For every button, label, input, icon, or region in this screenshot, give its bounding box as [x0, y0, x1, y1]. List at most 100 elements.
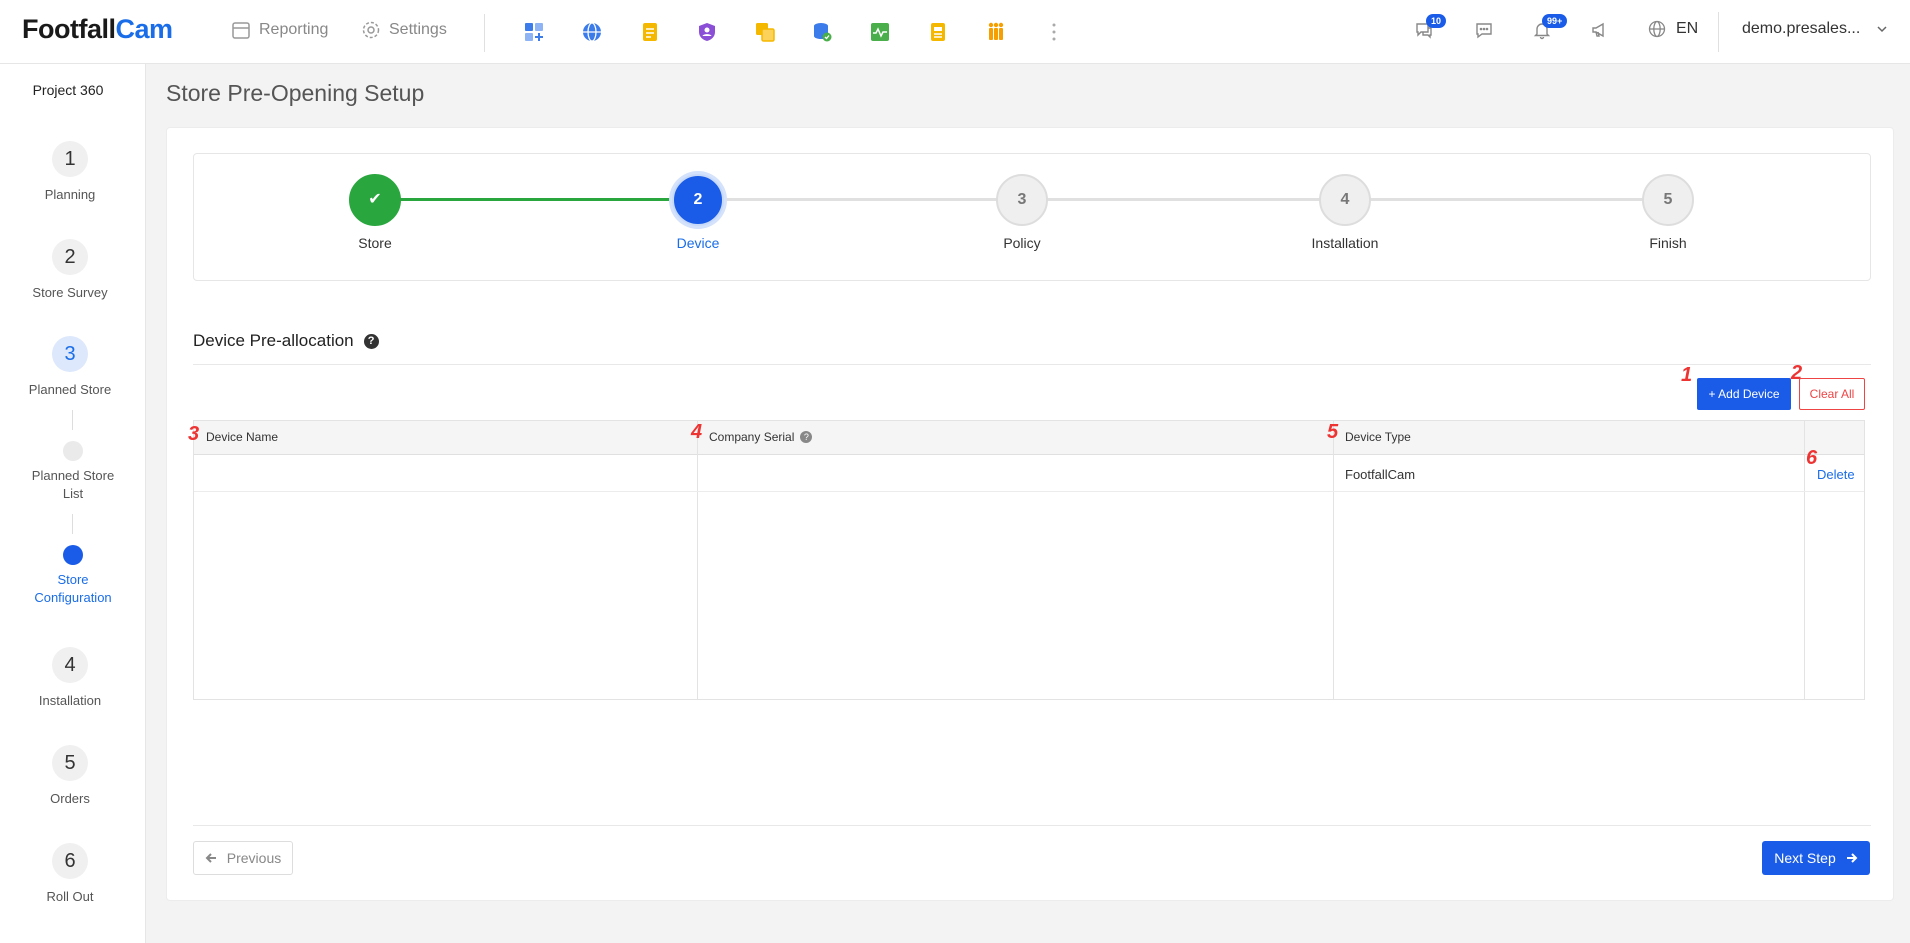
help-icon[interactable]: ? [800, 431, 813, 443]
gear-icon [362, 21, 380, 39]
next-label: Next Step [1774, 850, 1836, 866]
next-step-button[interactable]: Next Step [1762, 841, 1870, 875]
logo-text-part1: Footfall [22, 14, 116, 44]
step-number: 4 [52, 647, 88, 683]
nav-settings-label: Settings [389, 21, 447, 38]
bell-icon[interactable]: 99+ [1532, 14, 1568, 42]
column-header-company-serial[interactable]: Company Serial ? [709, 430, 813, 444]
device-table: 3 Device Name 4 Company Serial ? 5 Devic… [188, 420, 1865, 700]
megaphone-icon[interactable] [1590, 20, 1612, 42]
step-number: 5 [52, 745, 88, 781]
column-divider [1804, 421, 1805, 699]
check-icon: ✔ [349, 174, 401, 226]
step-label: Store Survey [32, 285, 108, 300]
divider [193, 364, 1871, 365]
substep-dot [63, 441, 83, 461]
stepper-number: 5 [1642, 174, 1694, 226]
substep-label: Planned Store List [31, 468, 115, 501]
stepper-step-policy[interactable]: 3 Policy [942, 174, 1102, 251]
substep-dot [63, 545, 83, 565]
message-icon[interactable] [1474, 20, 1496, 42]
step-number: 6 [52, 843, 88, 879]
globe-icon[interactable] [580, 20, 604, 44]
column-header-label: Device Name [206, 430, 279, 444]
database-check-icon[interactable] [810, 20, 834, 44]
column-divider [697, 421, 698, 699]
section-title-text: Device Pre-allocation [193, 331, 354, 350]
stepper-step-finish[interactable]: 5 Finish [1588, 174, 1748, 251]
previous-button[interactable]: Previous [193, 841, 293, 875]
column-header-device-name[interactable]: Device Name [206, 430, 278, 444]
user-name: demo.presales... [1742, 20, 1861, 37]
stepper-number: 2 [672, 174, 724, 226]
column-header-device-type[interactable]: Device Type [1345, 430, 1411, 444]
more-vertical-icon[interactable] [1042, 20, 1066, 44]
step-label: Roll Out [46, 889, 94, 904]
stepper-number: 4 [1319, 174, 1371, 226]
chevron-down-icon [1877, 26, 1887, 33]
add-device-button[interactable]: + Add Device [1697, 378, 1791, 410]
globe-outline-icon [1648, 20, 1666, 38]
sidebar-substep-store-configuration[interactable]: Store Configuration [0, 545, 146, 607]
notification-badge: 99+ [1542, 14, 1568, 28]
user-menu[interactable]: demo.presales... [1742, 20, 1888, 38]
clear-all-button[interactable]: Clear All [1799, 378, 1865, 410]
stepper-step-store[interactable]: ✔ Store [295, 174, 455, 251]
nav-reporting[interactable]: Reporting [231, 20, 328, 40]
step-number: 3 [52, 336, 88, 372]
app-logo[interactable]: FootfallCam [22, 14, 173, 45]
stepper-number: 3 [996, 174, 1048, 226]
notepad-icon[interactable] [638, 20, 662, 44]
sidebar-step-roll-out[interactable]: 6 Roll Out [0, 843, 140, 906]
project-sidebar: Project 360 1 Planning 2 Store Survey 3 … [0, 64, 146, 943]
page-title: Store Pre-Opening Setup [166, 80, 425, 106]
sidebar-step-installation[interactable]: 4 Installation [0, 647, 140, 710]
document-icon[interactable] [926, 20, 950, 44]
chat-bubbles-icon[interactable]: 10 [1414, 14, 1447, 42]
layers-icon[interactable] [753, 20, 777, 44]
cell-device-type[interactable]: FootfallCam [1345, 467, 1415, 482]
previous-label: Previous [226, 850, 282, 866]
step-label: Orders [50, 791, 90, 806]
stepper-step-device[interactable]: 2 Device [618, 174, 778, 251]
row-divider [194, 491, 1864, 492]
shield-user-icon[interactable] [695, 20, 719, 44]
language-label: EN [1676, 20, 1699, 37]
nav-settings[interactable]: Settings [361, 20, 447, 40]
stepper-label: Installation [1311, 235, 1379, 251]
connector-line [72, 410, 73, 430]
language-selector[interactable]: EN [1648, 20, 1698, 38]
help-icon[interactable]: ? [363, 333, 379, 349]
sidebar-step-store-survey[interactable]: 2 Store Survey [0, 239, 140, 302]
sidebar-step-orders[interactable]: 5 Orders [0, 745, 140, 808]
annotation-marker: 3 [188, 423, 200, 445]
section-title: Device Pre-allocation ? [193, 331, 379, 351]
stepper-line-pending [693, 198, 1663, 201]
column-header-label: Company Serial [709, 430, 795, 444]
connector-line [72, 514, 73, 534]
step-label: Installation [38, 693, 102, 708]
stepper-label: Device [676, 235, 720, 251]
sidebar-substep-planned-store-list[interactable]: Planned Store List [0, 441, 146, 503]
top-bar: FootfallCam Reporting Settings 10 99+ EN… [0, 0, 1910, 64]
column-divider [1333, 421, 1334, 699]
annotation-marker: 1 [1681, 364, 1693, 386]
people-icon[interactable] [984, 20, 1008, 44]
annotation-marker: 5 [1327, 421, 1339, 443]
sidebar-step-planned-store[interactable]: 3 Planned Store [0, 336, 140, 399]
dashboard-add-icon[interactable] [522, 20, 546, 44]
step-number: 1 [52, 141, 88, 177]
sidebar-step-planning[interactable]: 1 Planning [0, 141, 140, 204]
stepper-step-installation[interactable]: 4 Installation [1265, 174, 1425, 251]
chat-badge: 10 [1426, 14, 1447, 28]
substep-label: Store Configuration [34, 572, 112, 605]
activity-chart-icon[interactable] [868, 20, 892, 44]
stepper-label: Policy [1003, 235, 1041, 251]
delete-link[interactable]: Delete [1817, 467, 1855, 482]
annotation-marker: 6 [1806, 447, 1818, 469]
main-card: ✔ Store 2 Device 3 Policy 4 Installation… [166, 127, 1894, 901]
sidebar-title: Project 360 [32, 82, 104, 98]
progress-stepper: ✔ Store 2 Device 3 Policy 4 Installation… [193, 153, 1871, 281]
calendar-icon [232, 22, 250, 39]
column-header-label: Device Type [1345, 430, 1411, 444]
